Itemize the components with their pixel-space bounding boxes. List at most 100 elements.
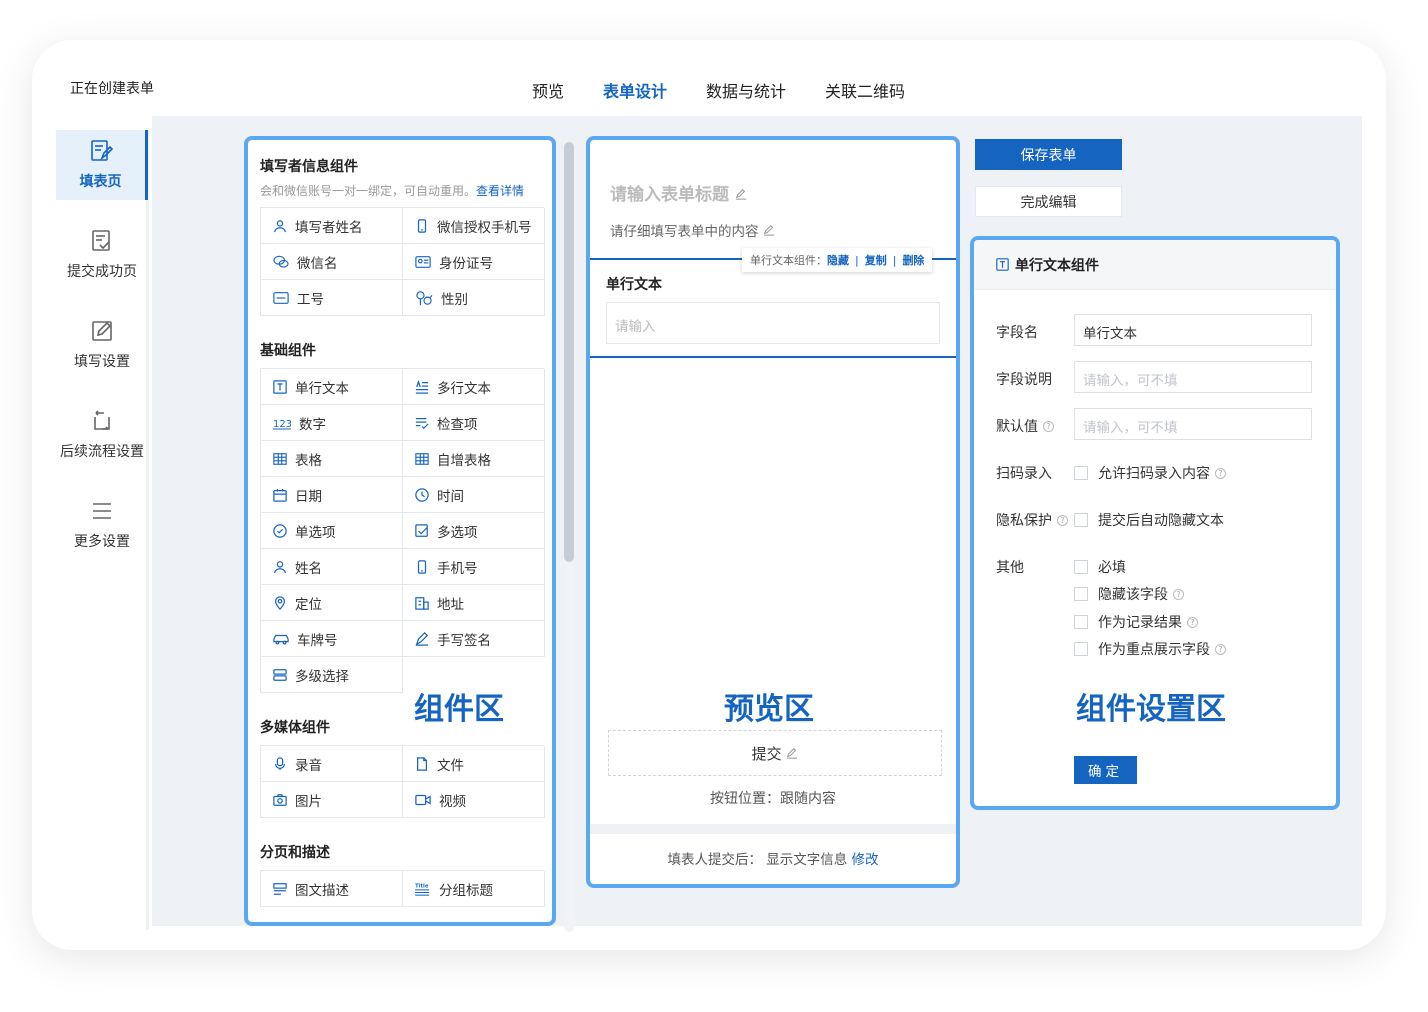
component-item[interactable]: Title 分组标题 bbox=[403, 871, 545, 907]
component-item[interactable]: 检查项 bbox=[403, 405, 545, 441]
location-icon bbox=[275, 595, 285, 610]
component-item[interactable]: 身份证号 bbox=[403, 244, 545, 280]
component-item[interactable]: 微信授权手机号 bbox=[403, 208, 545, 244]
submit-label: 提交 bbox=[751, 744, 782, 763]
help-icon[interactable]: ? bbox=[1057, 514, 1068, 526]
component-label: 图文描述 bbox=[295, 882, 349, 899]
other-label: 其他 bbox=[996, 560, 1024, 576]
scan-checkbox-row[interactable]: 允许扫码录入内容? bbox=[1074, 463, 1226, 483]
scroll-thumb[interactable] bbox=[564, 142, 574, 562]
component-item[interactable]: 录音 bbox=[261, 746, 403, 782]
highlight-field-checkbox-row[interactable]: 作为重点展示字段? bbox=[1074, 639, 1226, 659]
modify-link[interactable]: 修改 bbox=[852, 852, 879, 868]
toolbar-prefix: 单行文本组件： bbox=[750, 254, 827, 267]
component-item[interactable]: 单选项 bbox=[261, 513, 403, 549]
tab-preview[interactable]: 预览 bbox=[532, 78, 564, 120]
finish-edit-button[interactable]: 完成编辑 bbox=[975, 186, 1122, 217]
help-icon[interactable]: ? bbox=[1187, 616, 1198, 628]
view-details-link[interactable]: 查看详情 bbox=[476, 184, 524, 198]
video-icon bbox=[415, 794, 431, 805]
component-item[interactable]: 微信名 bbox=[261, 244, 403, 280]
component-item[interactable]: 文件 bbox=[403, 746, 545, 782]
sidebar-item-label: 填表页 bbox=[79, 174, 122, 190]
hide-field-option-label: 隐藏该字段 bbox=[1098, 587, 1168, 603]
component-item[interactable]: 定位 bbox=[261, 585, 403, 621]
section-subtitle-filler: 会和微信账号一对一绑定，可自动重用。查看详情 bbox=[260, 182, 552, 199]
sidebar-item-fill-settings[interactable]: 填写设置 bbox=[56, 310, 148, 380]
record-result-checkbox-row[interactable]: 作为记录结果? bbox=[1074, 612, 1198, 632]
confirm-button[interactable]: 确定 bbox=[1074, 756, 1137, 784]
svg-text:Title: Title bbox=[415, 883, 429, 889]
component-item[interactable]: 工号 bbox=[261, 280, 403, 316]
component-item[interactable]: 手机号 bbox=[403, 549, 545, 585]
component-item[interactable]: 姓名 bbox=[261, 549, 403, 585]
component-item[interactable]: 多行文本 bbox=[403, 369, 545, 405]
sidebar-item-more-settings[interactable]: 更多设置 bbox=[56, 490, 148, 560]
privacy-label: 隐私保护 bbox=[996, 513, 1052, 529]
delete-field-button[interactable]: 删除 bbox=[902, 252, 924, 268]
component-label: 定位 bbox=[295, 596, 322, 613]
record-result-checkbox[interactable] bbox=[1074, 615, 1088, 629]
component-item[interactable]: 自增表格 bbox=[403, 441, 545, 477]
field-desc-input[interactable]: 请输入，可不填 bbox=[1074, 361, 1312, 393]
component-item[interactable]: 车牌号 bbox=[261, 621, 403, 657]
component-item[interactable]: 单行文本 bbox=[261, 369, 403, 405]
settings-zone-label: 组件设置区 bbox=[1076, 692, 1226, 727]
help-icon[interactable]: ? bbox=[1043, 420, 1054, 432]
hide-field-checkbox-row[interactable]: 隐藏该字段? bbox=[1074, 584, 1184, 604]
tab-form-design[interactable]: 表单设计 bbox=[591, 78, 680, 120]
hide-field-checkbox[interactable] bbox=[1074, 587, 1088, 601]
help-icon[interactable]: ? bbox=[1215, 467, 1226, 479]
component-item[interactable]: 日期 bbox=[261, 477, 403, 513]
component-label: 微信名 bbox=[297, 255, 338, 272]
tab-data-stats[interactable]: 数据与统计 bbox=[706, 78, 786, 120]
component-item[interactable]: 多选项 bbox=[403, 513, 545, 549]
default-value-row: 默认值? bbox=[996, 416, 1054, 436]
privacy-checkbox-row[interactable]: 提交后自动隐藏文本 bbox=[1074, 510, 1224, 530]
field-input-preview[interactable]: 请输入 bbox=[606, 302, 940, 344]
help-icon[interactable]: ? bbox=[1215, 643, 1226, 655]
highlight-field-checkbox[interactable] bbox=[1074, 642, 1088, 656]
required-checkbox[interactable] bbox=[1074, 560, 1088, 574]
radio-icon bbox=[273, 523, 287, 538]
selected-field-block[interactable]: 单行文本 请输入 bbox=[590, 258, 956, 358]
component-item[interactable]: 表格 bbox=[261, 441, 403, 477]
component-item[interactable]: 图片 bbox=[261, 782, 403, 818]
component-label: 车牌号 bbox=[297, 632, 338, 649]
copy-field-button[interactable]: 复制 bbox=[865, 252, 887, 268]
component-scrollbar[interactable] bbox=[564, 142, 574, 932]
component-item[interactable]: 图文描述 bbox=[261, 871, 403, 907]
submit-button-preview[interactable]: 提交 bbox=[608, 730, 942, 776]
component-item[interactable]: 手写签名 bbox=[403, 621, 545, 657]
field-name-input[interactable]: 单行文本 bbox=[1074, 314, 1312, 346]
help-icon[interactable]: ? bbox=[1173, 588, 1184, 600]
component-label: 地址 bbox=[437, 596, 464, 613]
component-item[interactable]: 填写者姓名 bbox=[261, 208, 403, 244]
sidebar-item-success-page[interactable]: 提交成功页 bbox=[56, 220, 148, 290]
sidebar-item-form-page[interactable]: 填表页 bbox=[56, 130, 148, 200]
form-desc-text: 请仔细填写表单中的内容 bbox=[610, 224, 759, 240]
component-item[interactable]: 时间 bbox=[403, 477, 545, 513]
tab-qrcode[interactable]: 关联二维码 bbox=[825, 78, 905, 120]
phone-icon bbox=[417, 218, 427, 233]
privacy-checkbox[interactable] bbox=[1074, 513, 1088, 527]
save-form-button[interactable]: 保存表单 bbox=[975, 139, 1122, 170]
component-label: 自增表格 bbox=[437, 452, 491, 469]
camera-icon bbox=[273, 793, 287, 806]
component-item[interactable]: 视频 bbox=[403, 782, 545, 818]
default-value-input[interactable]: 请输入，可不填 bbox=[1074, 408, 1312, 440]
scan-option-label: 允许扫码录入内容 bbox=[1098, 466, 1210, 482]
sidebar-item-label: 提交成功页 bbox=[67, 264, 137, 280]
component-item[interactable]: 多级选择 bbox=[261, 657, 403, 693]
component-item[interactable]: 123 数字 bbox=[261, 405, 403, 441]
required-checkbox-row[interactable]: 必填 bbox=[1074, 557, 1126, 577]
hide-field-button[interactable]: 隐藏 bbox=[827, 252, 849, 268]
settings-header-title: 单行文本组件 bbox=[1015, 257, 1099, 274]
table-plus-icon bbox=[415, 452, 429, 465]
form-title-input[interactable]: 请输入表单标题 bbox=[610, 180, 747, 205]
form-desc-input[interactable]: 请仔细填写表单中的内容 bbox=[610, 220, 775, 240]
component-item[interactable]: 性别 bbox=[403, 280, 545, 316]
component-item[interactable]: 地址 bbox=[403, 585, 545, 621]
scan-checkbox[interactable] bbox=[1074, 466, 1088, 480]
sidebar-item-flow-settings[interactable]: 后续流程设置 bbox=[56, 400, 148, 470]
